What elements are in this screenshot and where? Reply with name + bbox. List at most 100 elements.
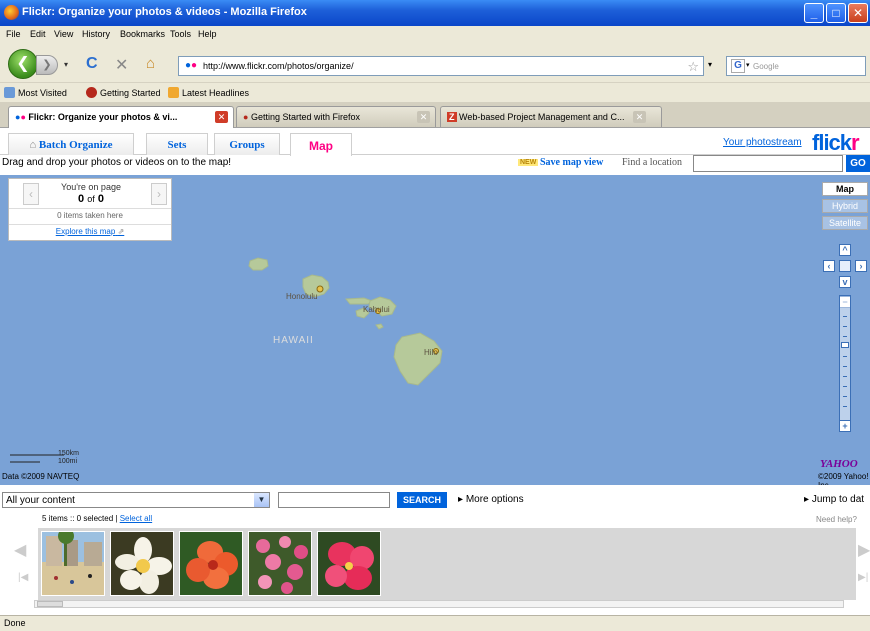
home-icon[interactable]: ⌂ — [146, 55, 155, 72]
tab-batch-organize[interactable]: ⌂ Batch Organize — [8, 133, 134, 155]
scrollbar-thumb[interactable] — [37, 601, 63, 607]
menu-history[interactable]: History — [82, 29, 110, 39]
logo-blue: flick — [812, 130, 852, 155]
zoom-tick — [843, 396, 847, 397]
engine-dropdown-icon[interactable]: ▾ — [746, 61, 750, 69]
stop-icon[interactable]: ✕ — [115, 55, 128, 75]
url-bar[interactable]: ●● http://www.flickr.com/photos/organize… — [178, 56, 704, 76]
google-icon[interactable]: G — [731, 59, 745, 73]
map-type-map-button[interactable]: Map — [822, 182, 868, 196]
back-button[interactable]: ❮ — [8, 49, 38, 79]
divider — [9, 208, 171, 209]
orange-hibiscus-photo — [180, 532, 242, 595]
map-type-hybrid-button[interactable]: Hybrid — [822, 199, 868, 213]
menu-file[interactable]: File — [6, 29, 21, 39]
history-dropdown-icon[interactable]: ▾ — [64, 60, 68, 69]
tab-sets[interactable]: Sets — [146, 133, 208, 155]
chevron-down-icon[interactable]: ▼ — [254, 493, 269, 507]
tray-scroll-left-icon[interactable]: ◀ — [14, 540, 26, 560]
tab-close-icon[interactable]: ✕ — [417, 111, 430, 123]
page-navigator-panel: ‹ › You're on page 0 of 0 0 items taken … — [8, 178, 172, 241]
bookmark-star-icon[interactable]: ☆ — [687, 59, 699, 75]
find-location-input[interactable] — [693, 155, 843, 172]
items-selection-info: 5 items :: 0 selected | Select all — [42, 514, 152, 523]
pan-center-icon[interactable] — [839, 260, 851, 272]
photo-thumbnail-pink-flowers[interactable] — [248, 531, 312, 596]
select-all-link[interactable]: Select all — [120, 514, 152, 523]
maximize-button[interactable]: □ — [826, 3, 846, 23]
tray-jump-start-icon[interactable]: |◀ — [18, 572, 28, 583]
window-title: Flickr: Organize your photos & videos - … — [22, 6, 307, 18]
zoom-in-icon[interactable]: + — [839, 420, 851, 432]
tray-scroll-right-icon[interactable]: ▶ — [858, 540, 870, 560]
need-help-link[interactable]: Need help? — [816, 515, 857, 524]
new-badge: NEW — [518, 159, 539, 166]
zoom-tick — [843, 316, 847, 317]
go-button[interactable]: GO — [846, 155, 870, 172]
tab-close-icon[interactable]: ✕ — [633, 111, 646, 123]
photo-thumbnail-beach[interactable] — [41, 531, 105, 596]
tray-jump-end-icon[interactable]: ▶| — [858, 572, 868, 583]
tray-search-input[interactable] — [278, 492, 390, 508]
jump-to-date-toggle[interactable]: ▸ Jump to dat — [804, 494, 864, 505]
save-map-view-link[interactable]: Save map view — [540, 157, 603, 168]
menu-edit[interactable]: Edit — [30, 29, 46, 39]
firefox-window: Flickr: Organize your photos & videos - … — [0, 0, 870, 631]
bookmark-most-visited[interactable]: Most Visited — [4, 87, 67, 98]
zoom-tick — [843, 326, 847, 327]
bookmark-label: Getting Started — [100, 88, 161, 98]
tab-flickr[interactable]: ●● Flickr: Organize your photos & vi... … — [8, 106, 234, 128]
status-text: Done — [4, 618, 26, 628]
items-taken-here: 0 items taken here — [57, 211, 123, 220]
kahoolawe-island — [375, 323, 384, 330]
pan-left-icon[interactable]: ‹ — [823, 260, 835, 272]
plumeria-photo — [111, 532, 173, 595]
zoom-handle[interactable] — [841, 342, 849, 348]
photo-thumbnail-orange-hibiscus[interactable] — [179, 531, 243, 596]
tab-label: Groups — [229, 139, 265, 151]
menu-bookmarks[interactable]: Bookmarks — [120, 29, 165, 39]
search-button[interactable]: SEARCH — [397, 492, 447, 508]
next-page-button[interactable]: › — [151, 183, 167, 205]
red-hibiscus-photo — [318, 532, 380, 595]
forward-button[interactable]: ❯ — [36, 55, 58, 75]
tab-project-management[interactable]: Z Web-based Project Management and C... … — [440, 106, 662, 127]
tab-groups[interactable]: Groups — [214, 133, 280, 155]
map-label-hawaii: HAWAII — [273, 335, 314, 346]
search-box[interactable]: G ▾ Google — [726, 56, 866, 76]
rss-feed-icon — [168, 87, 179, 98]
map-data-copyright: Data ©2009 NAVTEQ — [2, 472, 80, 481]
pan-right-icon[interactable]: › — [855, 260, 867, 272]
minimize-button[interactable]: _ — [804, 3, 824, 23]
more-options-toggle[interactable]: ▸ More options — [458, 494, 524, 505]
explore-map-link[interactable]: Explore this map ⇗ — [9, 227, 171, 236]
content-filter-select[interactable]: All your content ▼ — [2, 492, 270, 508]
bookmark-latest-headlines[interactable]: Latest Headlines — [168, 87, 249, 98]
prev-page-button[interactable]: ‹ — [23, 183, 39, 205]
menu-view[interactable]: View — [54, 29, 73, 39]
reload-icon[interactable]: C — [86, 55, 98, 73]
photo-thumbnail-red-hibiscus[interactable] — [317, 531, 381, 596]
tab-getting-started[interactable]: ● Getting Started with Firefox ✕ — [236, 106, 436, 127]
tab-label: Sets — [167, 139, 187, 151]
photo-thumbnail-plumeria[interactable] — [110, 531, 174, 596]
close-button[interactable]: ✕ — [848, 3, 868, 23]
pan-down-icon[interactable]: v — [839, 276, 851, 288]
zoom-slider[interactable] — [839, 295, 851, 431]
items-count: 5 items :: 0 selected | — [42, 514, 118, 523]
flickr-logo[interactable]: flickr — [812, 130, 860, 156]
your-photostream-link[interactable]: Your photostream — [723, 137, 802, 148]
tab-label: Web-based Project Management and C... — [459, 112, 625, 122]
menu-help[interactable]: Help — [198, 29, 217, 39]
tab-close-icon[interactable]: ✕ — [215, 111, 228, 123]
url-history-dropdown-icon[interactable]: ▾ — [708, 60, 712, 69]
tab-label: Map — [309, 139, 333, 153]
pan-up-icon[interactable]: ^ — [839, 244, 851, 256]
menu-tools[interactable]: Tools — [170, 29, 191, 39]
bookmark-getting-started[interactable]: Getting Started — [86, 87, 161, 98]
map-label-hilo: Hilo — [424, 348, 438, 357]
jump-to-label: Jump to dat — [811, 494, 865, 505]
tray-horizontal-scrollbar[interactable] — [34, 600, 844, 608]
tab-map[interactable]: Map — [290, 133, 352, 156]
map-type-satellite-button[interactable]: Satellite — [822, 216, 868, 230]
